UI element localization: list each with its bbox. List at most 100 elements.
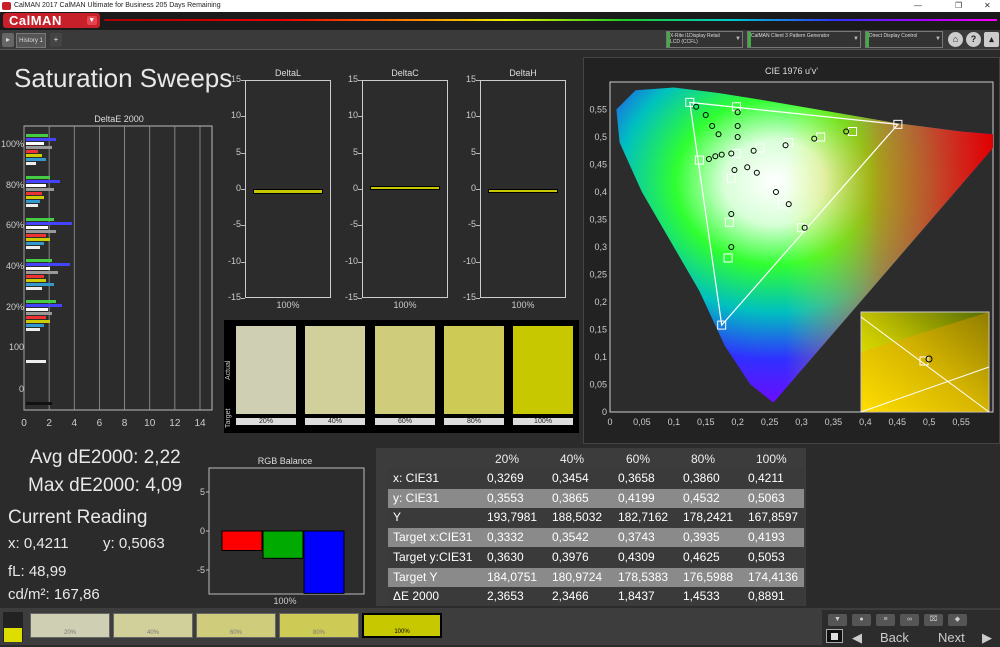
delta-y-tickmark (241, 152, 245, 154)
de2000-bar (26, 312, 52, 315)
swatch-panel: Actual Target 20% 40% 60% 80% 100% (224, 320, 579, 433)
tab-history-1[interactable]: History 1 (16, 33, 46, 48)
table-row: Target x:CIE31 0,3332 0,3542 0,3743 0,3935 0,… (388, 528, 804, 548)
read-series-icon[interactable]: ≡ (876, 614, 895, 626)
delta-y-tick: -15 (344, 292, 358, 302)
current-x: x: 0,4211 (8, 535, 69, 552)
window-title: CalMAN 2017 CalMAN Ultimate for Business… (14, 2, 221, 9)
delete-icon[interactable]: ⌧ (924, 614, 943, 626)
table-cell: 0,4199 (618, 490, 655, 505)
chevron-down-icon: ▼ (735, 36, 741, 42)
de2000-bar (26, 138, 56, 141)
de2000-x-tick: 2 (46, 418, 52, 429)
add-tab-icon[interactable]: + (50, 33, 62, 47)
meter-selector[interactable]: X-Rite i1Display Retail LCD (CCFL) ▼ (666, 31, 743, 48)
bottom-swatch-80pct[interactable]: 80% (279, 613, 359, 638)
delta-y-tick: -5 (467, 219, 476, 230)
delta-y-tick: 10 (230, 110, 241, 121)
stop-button[interactable] (826, 629, 843, 643)
window-titlebar: CalMAN 2017 CalMAN Ultimate for Business… (0, 0, 1000, 12)
delta-y-tickmark (358, 80, 362, 81)
rgb-balance-chart: 5 0 -5 100% (197, 467, 365, 606)
de2000-bar (26, 242, 44, 245)
table-cell: 1,4533 (683, 589, 720, 604)
minimize-icon[interactable]: — (914, 0, 922, 12)
table-cell: 0,3860 (683, 471, 720, 485)
cie-x-tick: 0,45 (888, 417, 906, 427)
bottom-swatch-20pct[interactable]: 20% (30, 613, 110, 638)
delta-y-tickmark (358, 261, 362, 263)
pattern-generator-selector[interactable]: CalMAN Client 3 Pattern Generator ▼ (747, 31, 861, 48)
maximize-icon[interactable]: ❐ (955, 0, 962, 12)
pattern-label: CalMAN Client 3 Pattern Generator (751, 33, 830, 39)
current-reading-heading: Current Reading (8, 507, 148, 528)
de2000-plot-area (23, 125, 213, 411)
cie-x-tick: 0,15 (697, 417, 715, 427)
arrow-down-icon[interactable]: ▼ (828, 614, 847, 626)
delta-chart-title: DeltaC (391, 68, 419, 78)
delta-y-tick: -15 (462, 292, 476, 302)
cie-y-tick: 0,55 (589, 105, 607, 115)
table-header-cell: 60% (626, 452, 651, 466)
rgb-red-bar (221, 530, 263, 551)
delta-chart-plot (362, 80, 448, 298)
delta-y-tickmark (358, 225, 362, 227)
bottom-swatch-100pct[interactable]: 100% (362, 613, 442, 638)
de2000-chart: 0 2 4 6 8 10 12 14 100% 80% 60% 40% 20% 100 0 (1, 125, 213, 429)
record-icon[interactable]: ● (852, 614, 871, 626)
table-cell: 0,8891 (748, 589, 785, 604)
next-button[interactable]: Next (938, 629, 965, 647)
delta-chart-title: DeltaH (509, 68, 537, 78)
continuous-read-icon[interactable]: ∞ (900, 614, 919, 626)
table-row-label: ΔE 2000 (393, 589, 440, 604)
max-de2000: Max dE2000: 4,09 (28, 475, 183, 496)
de2000-bar (26, 196, 44, 199)
de2000-y-label: 20% (6, 302, 24, 312)
display-control-selector[interactable]: Direct Display Control ▼ (865, 31, 943, 48)
calman-logo-button[interactable]: CalMAN ▼ (3, 13, 100, 28)
display-label: Direct Display Control (869, 33, 918, 39)
bottom-swatch-label: 40% (146, 630, 159, 636)
options-icon[interactable]: ◆ (948, 614, 967, 626)
delta-value-bar (370, 186, 440, 191)
swatch-40pct (305, 326, 365, 414)
delta-chart-xlabel: 100% (276, 300, 300, 310)
cie-x-tick: 0,2 (731, 417, 744, 427)
chevron-down-icon: ▼ (853, 36, 859, 42)
table-row-label: Target Y (393, 569, 438, 584)
delta-y-tickmark (241, 116, 245, 118)
page-title: Saturation Sweeps (14, 63, 233, 93)
sidebar-toggle-icon[interactable]: ▸ (2, 33, 14, 47)
delta-y-tick: 15 (230, 74, 241, 84)
delta-y-tickmark (476, 261, 480, 263)
logo-text: CalMAN (9, 13, 62, 28)
swatch-60pct (375, 326, 435, 414)
table-cell: 184,0751 (487, 569, 538, 584)
table-header-cell: 20% (495, 452, 520, 466)
cie-y-tick: 0 (602, 407, 607, 417)
bottom-swatch-40pct[interactable]: 40% (113, 613, 193, 638)
de2000-y-label: 80% (6, 180, 24, 190)
delta-value-bar (253, 189, 323, 194)
close-icon[interactable]: ✕ (984, 0, 991, 12)
table-row-label: Target x:CIE31 (393, 530, 473, 545)
delta-chart-plot (480, 80, 566, 298)
delta-y-tick: 5 (235, 146, 241, 157)
bottom-swatch-label: 80% (312, 630, 325, 636)
de2000-bar (26, 275, 44, 278)
home-icon[interactable]: ⌂ (948, 32, 963, 47)
de2000-bar (26, 402, 52, 405)
help-icon[interactable]: ? (966, 32, 981, 47)
measurement-table: 20% 40% 60% 80% 100% x: CIE31 0,3269 0,3454 0,36… (376, 448, 806, 607)
de2000-bar (26, 320, 50, 323)
delta-y-tick: 15 (347, 74, 358, 84)
delta-y-tick: 0 (352, 183, 358, 193)
avg-de2000: Avg dE2000: 2,22 (30, 447, 181, 468)
settings-icon[interactable]: ▴ (984, 32, 999, 47)
bottom-swatch-60pct[interactable]: 60% (196, 613, 276, 638)
cie-x-tick: 0,25 (761, 417, 779, 427)
de2000-bar (26, 263, 70, 266)
back-button[interactable]: Back (880, 629, 909, 647)
table-cell: 2,3466 (552, 589, 589, 604)
cie-y-tick: 0,25 (589, 270, 607, 280)
